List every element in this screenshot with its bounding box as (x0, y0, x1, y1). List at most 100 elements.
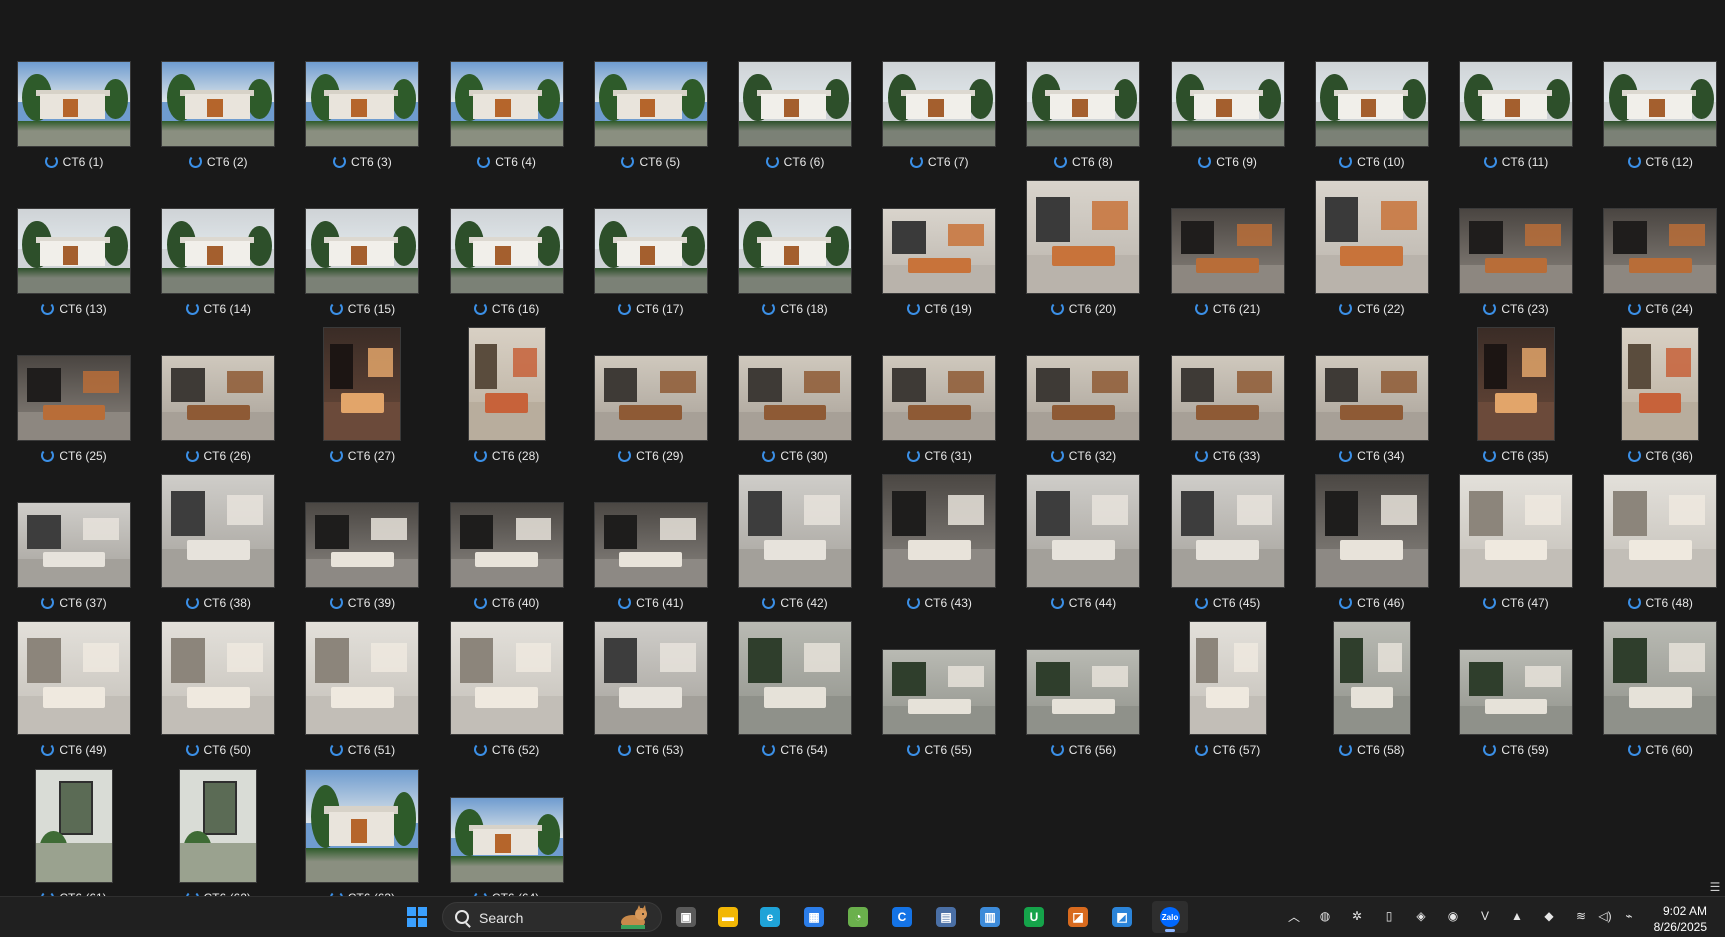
defender-icon[interactable]: ◆ (1540, 907, 1558, 925)
file-item[interactable]: CT6 (9) (1158, 31, 1298, 171)
file-item[interactable]: CT6 (29) (581, 325, 721, 465)
file-item[interactable]: CT6 (48) (1590, 472, 1725, 612)
zalo-icon[interactable]: Zalo (1152, 901, 1188, 933)
file-item[interactable]: CT6 (35) (1446, 325, 1586, 465)
file-item[interactable]: CT6 (39) (292, 472, 432, 612)
app-green-icon[interactable]: ◔ (840, 901, 876, 933)
file-item[interactable]: CT6 (46) (1302, 472, 1442, 612)
file-item[interactable]: CT6 (22) (1302, 178, 1442, 318)
file-item[interactable]: CT6 (25) (4, 325, 144, 465)
gear-icon[interactable]: ✲ (1348, 907, 1366, 925)
calculator-icon[interactable]: ▤ (928, 901, 964, 933)
file-item[interactable]: CT6 (10) (1302, 31, 1442, 171)
file-item[interactable]: CT6 (14) (148, 178, 288, 318)
file-item[interactable]: CT6 (20) (1013, 178, 1153, 318)
file-item[interactable]: CT6 (19) (869, 178, 1009, 318)
file-item[interactable]: CT6 (62) (148, 767, 288, 896)
battery-icon[interactable]: ⌁ (1620, 907, 1638, 925)
file-item[interactable]: CT6 (47) (1446, 472, 1586, 612)
file-label: CT6 (54) (725, 743, 865, 757)
file-item[interactable]: CT6 (44) (1013, 472, 1153, 612)
sync-status-icon (1194, 596, 1208, 610)
file-item[interactable]: CT6 (60) (1590, 619, 1725, 759)
file-item[interactable]: CT6 (61) (4, 767, 144, 896)
details-view-icon[interactable]: ☰ (1707, 880, 1723, 894)
file-item[interactable]: CT6 (3) (292, 31, 432, 171)
file-item[interactable]: CT6 (37) (4, 472, 144, 612)
file-item[interactable]: CT6 (64) (437, 767, 577, 896)
file-thumbnail (17, 355, 131, 442)
file-item[interactable]: CT6 (34) (1302, 325, 1442, 465)
file-item[interactable]: CT6 (31) (869, 325, 1009, 465)
file-item[interactable]: CT6 (43) (869, 472, 1009, 612)
app-red-icon[interactable]: ◉ (1444, 907, 1462, 925)
file-item[interactable]: CT6 (8) (1013, 31, 1153, 171)
file-item[interactable]: CT6 (23) (1446, 178, 1586, 318)
file-item[interactable]: CT6 (4) (437, 31, 577, 171)
file-item[interactable]: CT6 (5) (581, 31, 721, 171)
file-item[interactable]: CT6 (1) (4, 31, 144, 171)
microsoft-store-icon[interactable]: ▦ (796, 901, 832, 933)
file-item[interactable]: CT6 (24) (1590, 178, 1725, 318)
app-u-icon[interactable]: U (1016, 901, 1052, 933)
shield-icon[interactable]: ◈ (1412, 907, 1430, 925)
file-item[interactable]: CT6 (51) (292, 619, 432, 759)
file-item[interactable]: CT6 (50) (148, 619, 288, 759)
chrome-icon[interactable]: ◍ (1316, 907, 1334, 925)
file-item[interactable]: CT6 (45) (1158, 472, 1298, 612)
file-item[interactable]: CT6 (56) (1013, 619, 1153, 759)
sync-status-icon (473, 596, 487, 610)
file-item[interactable]: CT6 (40) (437, 472, 577, 612)
file-item[interactable]: CT6 (11) (1446, 31, 1586, 171)
system-clock[interactable]: 9:02 AM 8/26/2025 (1654, 903, 1707, 935)
v-app-icon[interactable]: V (1476, 907, 1494, 925)
file-item[interactable]: CT6 (32) (1013, 325, 1153, 465)
file-explorer-icon[interactable]: ▬ (710, 901, 746, 933)
sync-status-icon (1050, 596, 1064, 610)
file-item[interactable]: CT6 (15) (292, 178, 432, 318)
file-item[interactable]: CT6 (53) (581, 619, 721, 759)
file-item[interactable]: CT6 (30) (725, 325, 865, 465)
file-item[interactable]: CT6 (59) (1446, 619, 1586, 759)
file-item[interactable]: CT6 (18) (725, 178, 865, 318)
file-item[interactable]: CT6 (16) (437, 178, 577, 318)
file-item[interactable]: CT6 (58) (1302, 619, 1442, 759)
wifi-icon[interactable]: ≋ (1572, 907, 1590, 925)
file-item[interactable]: CT6 (49) (4, 619, 144, 759)
file-item[interactable]: CT6 (21) (1158, 178, 1298, 318)
notepad-icon[interactable]: ▥ (972, 901, 1008, 933)
file-item[interactable]: CT6 (38) (148, 472, 288, 612)
file-item[interactable]: CT6 (6) (725, 31, 865, 171)
file-item[interactable]: CT6 (63) (292, 767, 432, 896)
google-drive-icon[interactable]: ▲ (1508, 907, 1526, 925)
app-tools-icon[interactable]: ◪ (1060, 901, 1096, 933)
file-item[interactable]: CT6 (12) (1590, 31, 1725, 171)
file-item[interactable]: CT6 (55) (869, 619, 1009, 759)
edge-browser-icon[interactable]: e (752, 901, 788, 933)
file-item[interactable]: CT6 (36) (1590, 325, 1725, 465)
task-view-icon[interactable]: ▣ (668, 901, 704, 933)
file-item[interactable]: CT6 (2) (148, 31, 288, 171)
windows-start-icon[interactable] (399, 901, 435, 933)
file-item[interactable]: CT6 (57) (1158, 619, 1298, 759)
file-item[interactable]: CT6 (54) (725, 619, 865, 759)
file-item[interactable]: CT6 (13) (4, 178, 144, 318)
file-label: CT6 (3) (292, 155, 432, 169)
file-item[interactable]: CT6 (42) (725, 472, 865, 612)
usb-drive-icon[interactable]: ▯ (1380, 907, 1398, 925)
volume-icon[interactable]: ◁) (1596, 907, 1614, 925)
file-item[interactable]: CT6 (33) (1158, 325, 1298, 465)
file-item[interactable]: CT6 (7) (869, 31, 1009, 171)
sync-status-icon (477, 155, 491, 168)
chevron-up-icon[interactable]: ︿ (1285, 907, 1303, 925)
taskbar-search-box[interactable]: Search (442, 902, 662, 932)
file-item[interactable]: CT6 (17) (581, 178, 721, 318)
app-chat-icon[interactable]: ◩ (1104, 901, 1140, 933)
file-item[interactable]: CT6 (27) (292, 325, 432, 465)
file-item[interactable]: CT6 (52) (437, 619, 577, 759)
file-name: CT6 (7) (927, 155, 969, 169)
file-item[interactable]: CT6 (26) (148, 325, 288, 465)
file-item[interactable]: CT6 (41) (581, 472, 721, 612)
app-c-icon[interactable]: C (884, 901, 920, 933)
file-item[interactable]: CT6 (28) (437, 325, 577, 465)
